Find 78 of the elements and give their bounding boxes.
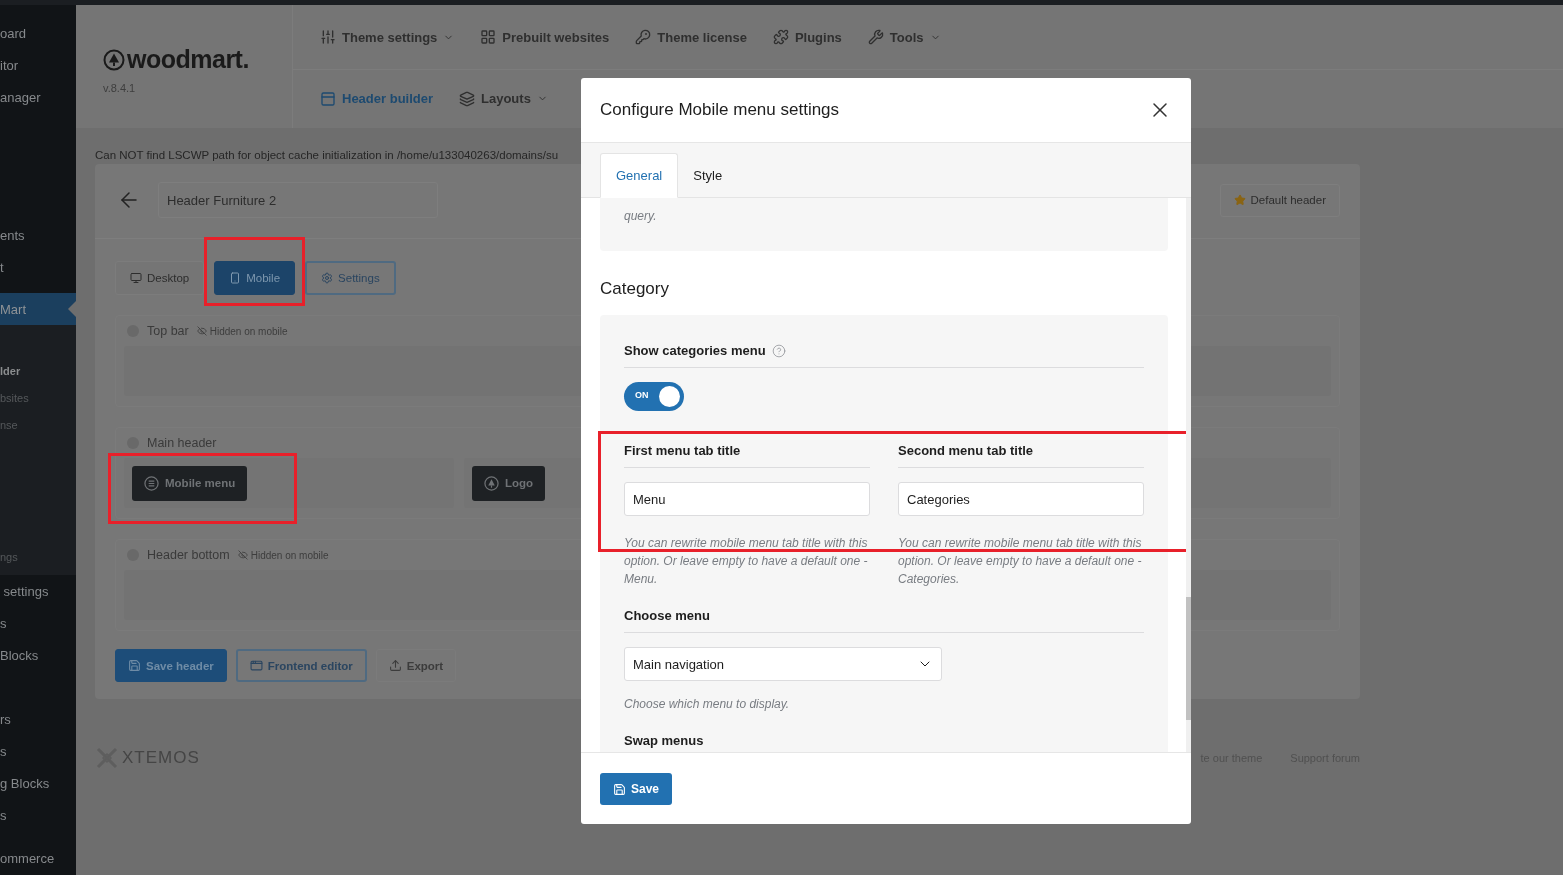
notice-text: Can NOT find LSCWP path for object cache initialization in /home/u133040263/domains/su	[95, 149, 560, 161]
nav-link[interactable]: Tools	[867, 29, 941, 45]
setting-label: Swap menus	[624, 733, 705, 748]
sidebar-item[interactable]: rs	[0, 703, 76, 735]
sidebar-item[interactable]: nse	[0, 411, 76, 438]
nav-link[interactable]: Plugins	[772, 29, 842, 45]
header-name-field[interactable]: Header Furniture 2	[158, 182, 438, 218]
row-title: Main header	[147, 436, 217, 450]
layers-icon	[459, 90, 476, 107]
save-icon	[613, 782, 626, 796]
sidebar-item[interactable]: itor	[0, 49, 76, 81]
upload-icon	[388, 659, 402, 672]
frontend-button[interactable]: Frontend editor	[235, 649, 367, 682]
row-title: Top bar	[147, 324, 189, 338]
phone-icon	[229, 272, 242, 284]
tree-icon	[484, 475, 499, 491]
grid-icon	[480, 29, 497, 45]
sidebar-item[interactable]: lder	[0, 357, 76, 384]
sidebar-item[interactable]: s	[0, 735, 76, 767]
tab[interactable]: Style	[678, 153, 738, 198]
panel-icon	[320, 90, 336, 107]
row-title: Header bottom	[147, 548, 230, 562]
nav-link[interactable]: Header builder	[320, 90, 434, 107]
section-title: Category	[600, 279, 670, 299]
eye-off-icon	[237, 550, 248, 560]
default-header-button[interactable]: Default header	[1219, 183, 1340, 217]
setting-label: Second menu tab title	[898, 443, 1034, 458]
tab[interactable]: General	[600, 153, 679, 198]
nav-link[interactable]: Layouts	[459, 90, 548, 107]
nav-link[interactable]: Theme license	[635, 29, 747, 45]
puzzle-icon	[772, 29, 789, 45]
menu-select[interactable]: Main navigation	[624, 647, 942, 681]
sidebar-item[interactable]: settings	[0, 575, 76, 607]
logo-element[interactable]: Logo	[472, 465, 546, 501]
sidebar-item[interactable]: s	[0, 607, 76, 639]
settings-icon	[321, 272, 334, 284]
description-text: query.	[624, 208, 658, 225]
sidebar-item[interactable]: s	[0, 799, 76, 831]
save-button[interactable]: Save header	[115, 649, 227, 682]
eye-off-icon	[196, 326, 207, 336]
setting-label: Choose menu	[624, 608, 710, 623]
logo-icon	[103, 48, 125, 71]
menu-element[interactable]: Mobile menu	[132, 465, 248, 501]
pointer-icon	[68, 301, 76, 317]
sliders-icon	[320, 29, 336, 45]
device-tab[interactable]: Settings	[305, 261, 396, 295]
text-field[interactable]: Categories	[898, 482, 1144, 516]
sidebar-item[interactable]: ents	[0, 219, 76, 251]
sidebar-item[interactable]: anager	[0, 81, 76, 113]
hint-text: You can rewrite mobile menu tab title with this option. Or leave empty to have a default one - Categories.	[898, 535, 1143, 588]
device-tab[interactable]: Mobile	[214, 261, 296, 295]
sidebar-item[interactable]: ommerce	[0, 842, 76, 874]
menu-icon	[144, 475, 159, 491]
sidebar-item[interactable]: Mart	[0, 293, 76, 325]
device-tab[interactable]: Desktop	[115, 261, 205, 295]
save-button[interactable]: Save	[600, 773, 673, 805]
text-field[interactable]: Menu	[624, 482, 870, 516]
setting-label: Show categories menu	[624, 343, 766, 358]
setting-label: First menu tab title	[624, 443, 741, 458]
export-button[interactable]: Export	[375, 649, 457, 682]
hint-text: Choose which menu to display.	[624, 696, 791, 713]
star-icon	[1233, 194, 1246, 206]
monitor-icon	[130, 272, 142, 284]
sidebar-item[interactable]: g Blocks	[0, 767, 76, 799]
toggle-switch[interactable]: ON	[624, 382, 684, 411]
window-icon	[249, 659, 263, 672]
brand-logo: woodmart.	[103, 45, 292, 74]
hint-text: You can rewrite mobile menu tab title with this option. Or leave empty to have a default one - Menu.	[624, 535, 869, 588]
sidebar-item[interactable]: oard	[0, 17, 76, 49]
sidebar-item[interactable]: t	[0, 251, 76, 283]
dialog-title: Configure Mobile menu settings	[600, 100, 840, 120]
nav-link[interactable]: Prebuilt websites	[480, 29, 610, 45]
sidebar-item[interactable]: Blocks	[0, 639, 76, 671]
wrench-icon	[867, 29, 884, 45]
nav-link[interactable]: Theme settings	[320, 29, 455, 45]
save-icon	[128, 659, 141, 672]
key-icon	[635, 29, 652, 45]
help-icon[interactable]	[771, 343, 786, 358]
